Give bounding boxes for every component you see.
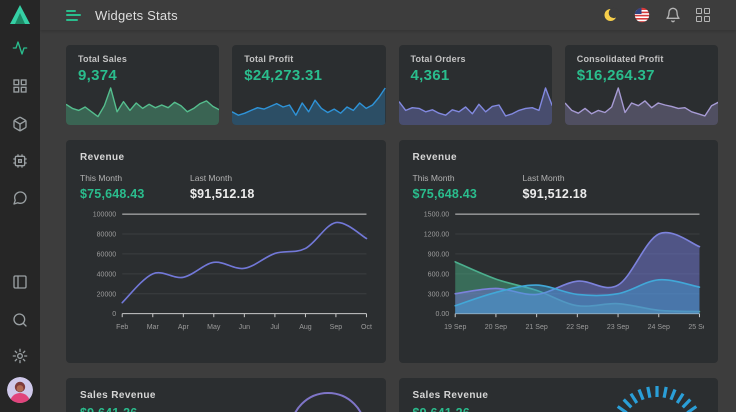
apps-grid-icon[interactable] — [696, 8, 710, 22]
svg-text:20 Sep: 20 Sep — [484, 324, 506, 331]
svg-text:Feb: Feb — [116, 324, 128, 331]
stat-label: Total Sales — [78, 54, 207, 64]
sidebar-item-dashboard[interactable] — [12, 78, 28, 94]
this-month-value: $75,648.43 — [413, 187, 509, 201]
svg-text:Sep: Sep — [330, 324, 343, 331]
svg-text:Apr: Apr — [178, 324, 190, 331]
svg-text:40000: 40000 — [97, 271, 117, 278]
sidebar-item-box[interactable] — [12, 116, 28, 132]
svg-text:80000: 80000 — [97, 232, 117, 239]
svg-text:0: 0 — [112, 311, 116, 318]
svg-text:300.00: 300.00 — [427, 291, 449, 298]
grid-icon — [12, 78, 28, 94]
svg-text:900.00: 900.00 — [427, 251, 449, 258]
box-icon — [12, 116, 28, 132]
card-title: Sales Revenue — [80, 390, 372, 401]
svg-text:19 Sep: 19 Sep — [444, 324, 466, 331]
sidebar-item-settings[interactable] — [12, 348, 28, 364]
header: Widgets Stats — [40, 0, 736, 30]
svg-text:May: May — [207, 324, 221, 331]
svg-text:Aug: Aug — [299, 324, 312, 331]
sparkline-chart — [232, 83, 385, 125]
this-month-label: This Month — [80, 173, 176, 183]
sidebar-item-activity[interactable] — [12, 40, 28, 56]
stat-value: $16,264.37 — [577, 67, 706, 84]
revenue-line-chart: 0 20000 40000 60000 80000 100000 Feb Mar Apr May J… — [80, 206, 372, 338]
stat-card-total-sales[interactable]: Total Sales 9,374 — [66, 45, 219, 125]
moon-icon[interactable] — [603, 7, 619, 23]
gear-icon — [12, 348, 28, 364]
user-avatar[interactable] — [7, 377, 33, 403]
last-month-label: Last Month — [190, 173, 286, 183]
stat-card-consolidated-profit[interactable]: Consolidated Profit $16,264.37 — [565, 45, 718, 125]
last-month-value: $91,512.18 — [523, 187, 619, 201]
revenue-area-chart: 0.00 300.00 600.00 900.00 1200.00 1500.00 19 S… — [413, 206, 705, 338]
revenue-stats: This Month $75,648.43 Last Month $91,512… — [80, 173, 372, 201]
svg-text:23 Sep: 23 Sep — [606, 324, 628, 331]
svg-text:1200.00: 1200.00 — [423, 232, 448, 239]
svg-text:100000: 100000 — [93, 212, 117, 219]
card-title: Revenue — [80, 152, 372, 163]
sidebar-item-layout[interactable] — [12, 274, 28, 290]
chat-icon — [12, 190, 28, 206]
svg-text:Mar: Mar — [147, 324, 160, 331]
app-logo-icon[interactable] — [9, 4, 31, 26]
menu-toggle-button[interactable] — [66, 7, 81, 23]
svg-text:Jul: Jul — [270, 324, 279, 331]
page-title: Widgets Stats — [95, 8, 178, 23]
search-icon — [12, 312, 28, 328]
sparkline-chart — [66, 83, 219, 125]
sales-revenue-card-2: Sales Revenue $9,641.26 — [399, 378, 719, 412]
stat-label: Total Orders — [411, 54, 540, 64]
revenue-card-daily: Revenue This Month $75,648.43 Last Month… — [399, 140, 719, 363]
svg-text:0.00: 0.00 — [435, 311, 449, 318]
stat-value: $24,273.31 — [244, 67, 373, 84]
svg-text:20000: 20000 — [97, 291, 117, 298]
us-flag-icon[interactable] — [634, 7, 650, 23]
revenue-stats: This Month $75,648.43 Last Month $91,512… — [413, 173, 705, 201]
sales-revenue-card-1: Sales Revenue $9,641.26 — [66, 378, 386, 412]
stat-card-total-orders[interactable]: Total Orders 4,361 — [399, 45, 552, 125]
sales-revenue-value: $9,641.26 — [80, 406, 372, 412]
sparkline-chart — [565, 83, 718, 125]
svg-text:Oct: Oct — [361, 324, 371, 331]
stat-value: 4,361 — [411, 67, 540, 84]
layout-icon — [12, 274, 28, 290]
sales-revenue-value: $9,641.26 — [413, 406, 705, 412]
stat-label: Consolidated Profit — [577, 54, 706, 64]
this-month-value: $75,648.43 — [80, 187, 176, 201]
avatar-image — [7, 377, 33, 403]
svg-text:1500.00: 1500.00 — [423, 212, 448, 219]
revenue-row: Revenue This Month $75,648.43 Last Month… — [66, 140, 718, 363]
svg-text:22 Sep: 22 Sep — [566, 324, 588, 331]
sparkline-chart — [399, 83, 552, 125]
stat-card-total-profit[interactable]: Total Profit $24,273.31 — [232, 45, 385, 125]
stat-label: Total Profit — [244, 54, 373, 64]
svg-text:Jun: Jun — [239, 324, 250, 331]
stat-value: 9,374 — [78, 67, 207, 84]
card-title: Revenue — [413, 152, 705, 163]
sidebar-item-chat[interactable] — [12, 190, 28, 206]
sidebar-item-search[interactable] — [12, 312, 28, 328]
stat-cards-row: Total Sales 9,374 Total Profit $24,273.3… — [66, 45, 718, 125]
sidebar-item-cpu[interactable] — [12, 153, 28, 169]
svg-text:600.00: 600.00 — [427, 271, 449, 278]
cpu-icon — [12, 153, 28, 169]
sales-revenue-row: Sales Revenue $9,641.26 Sales Revenue $9… — [66, 378, 718, 412]
bell-icon[interactable] — [665, 7, 681, 23]
last-month-value: $91,512.18 — [190, 187, 286, 201]
revenue-card-monthly: Revenue This Month $75,648.43 Last Month… — [66, 140, 386, 363]
header-actions — [603, 7, 710, 23]
svg-text:60000: 60000 — [97, 251, 117, 258]
last-month-label: Last Month — [523, 173, 619, 183]
card-title: Sales Revenue — [413, 390, 705, 401]
svg-text:24 Sep: 24 Sep — [647, 324, 669, 331]
this-month-label: This Month — [413, 173, 509, 183]
sidebar — [0, 0, 40, 412]
main-content: Total Sales 9,374 Total Profit $24,273.3… — [40, 30, 736, 412]
svg-text:25 Sep: 25 Sep — [688, 324, 704, 331]
activity-icon — [12, 40, 28, 56]
svg-text:21 Sep: 21 Sep — [525, 324, 547, 331]
